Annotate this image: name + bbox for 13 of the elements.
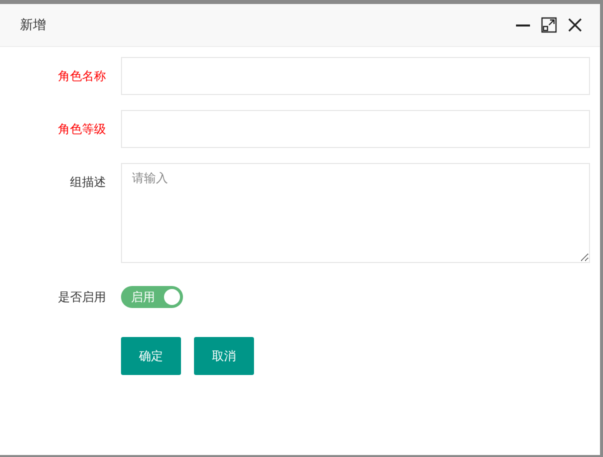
close-icon[interactable] xyxy=(567,17,583,33)
input-field[interactable] xyxy=(121,57,590,95)
cancel-button[interactable]: 取消 xyxy=(194,337,254,375)
input-field[interactable] xyxy=(121,110,590,148)
confirm-button[interactable]: 确定 xyxy=(121,337,181,375)
maximize-icon[interactable] xyxy=(541,17,557,33)
field-label: 组描述 xyxy=(69,174,107,191)
dialog-title: 新增 xyxy=(20,17,46,34)
field-label: 角色等级 xyxy=(57,121,107,138)
textarea-field[interactable]: 请输入 xyxy=(121,163,590,263)
field-label: 是否启用 xyxy=(57,289,107,306)
field-label: 角色名称 xyxy=(57,68,107,85)
toggle-switch[interactable]: 启用 xyxy=(121,286,183,308)
